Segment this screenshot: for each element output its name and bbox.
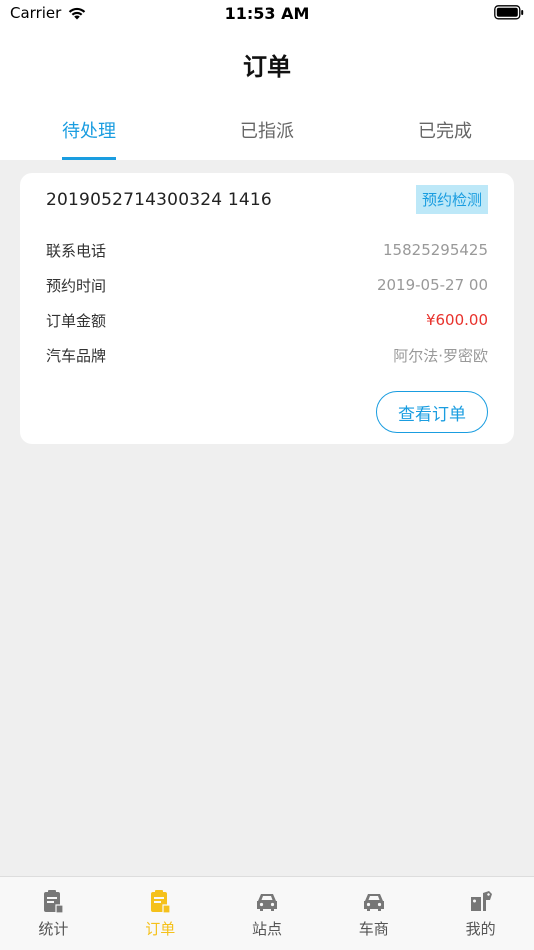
phone-row: 联系电话 15825295425 xyxy=(46,238,488,262)
active-tab-indicator xyxy=(62,157,116,160)
car-brand-row: 汽车品牌 阿尔法·罗密欧 xyxy=(46,343,488,367)
bottom-tab-bar: 统计 订单 站点 车商 我的 xyxy=(0,876,534,950)
clipboard-icon xyxy=(151,890,171,914)
status-right xyxy=(494,5,524,24)
car-icon xyxy=(256,894,277,911)
page-title: 订单 xyxy=(243,52,291,81)
car-brand-value: 阿尔法·罗密欧 xyxy=(393,346,488,365)
order-type-badge: 预约检测 xyxy=(415,185,488,214)
tab-assigned-label: 已指派 xyxy=(240,121,294,142)
tools-icon xyxy=(470,891,492,911)
bottom-tab-orders[interactable]: 订单 xyxy=(107,877,214,950)
tab-assigned[interactable]: 已指派 xyxy=(178,100,356,160)
order-number: 2019052714300324 1416 xyxy=(46,190,272,210)
bottom-tab-dealers-label: 车商 xyxy=(358,920,389,938)
battery-icon xyxy=(494,5,524,20)
phone-value: 15825295425 xyxy=(383,241,488,259)
order-screen: Carrier 11:53 AM 订单 待处理 已指派 已完成 20190527… xyxy=(0,0,534,950)
appointment-time-label: 预约时间 xyxy=(46,276,107,295)
clipboard-icon xyxy=(44,890,64,914)
status-time: 11:53 AM xyxy=(224,4,310,23)
nav-bar: 订单 xyxy=(0,28,534,100)
bottom-tab-statistics-label: 统计 xyxy=(38,920,69,938)
status-bar: Carrier 11:53 AM xyxy=(0,0,534,28)
tab-completed[interactable]: 已完成 xyxy=(356,100,534,160)
appointment-time-row: 预约时间 2019-05-27 00 xyxy=(46,273,488,297)
bottom-tab-stations[interactable]: 站点 xyxy=(214,877,321,950)
bottom-tab-mine[interactable]: 我的 xyxy=(427,877,534,950)
bottom-tab-statistics[interactable]: 统计 xyxy=(0,877,107,950)
tab-completed-label: 已完成 xyxy=(418,121,472,142)
tab-pending[interactable]: 待处理 xyxy=(0,100,178,160)
bottom-tab-stations-label: 站点 xyxy=(251,920,282,938)
amount-label: 订单金额 xyxy=(46,311,107,330)
car-brand-label: 汽车品牌 xyxy=(46,346,107,365)
amount-value: ¥600.00 xyxy=(425,311,488,329)
car-icon xyxy=(363,894,384,911)
bottom-tab-mine-label: 我的 xyxy=(465,920,496,938)
bottom-tab-orders-label: 订单 xyxy=(145,920,176,938)
appointment-time-value: 2019-05-27 00 xyxy=(376,276,488,294)
bottom-tab-dealers[interactable]: 车商 xyxy=(320,877,427,950)
view-order-button[interactable]: 查看订单 xyxy=(376,391,488,433)
order-card[interactable]: 2019052714300324 1416 预约检测 联系电话 15825295… xyxy=(20,173,514,444)
order-tab-bar: 待处理 已指派 已完成 xyxy=(0,100,534,160)
tab-pending-label: 待处理 xyxy=(62,121,116,142)
amount-row: 订单金额 ¥600.00 xyxy=(46,308,488,332)
phone-label: 联系电话 xyxy=(46,241,107,260)
